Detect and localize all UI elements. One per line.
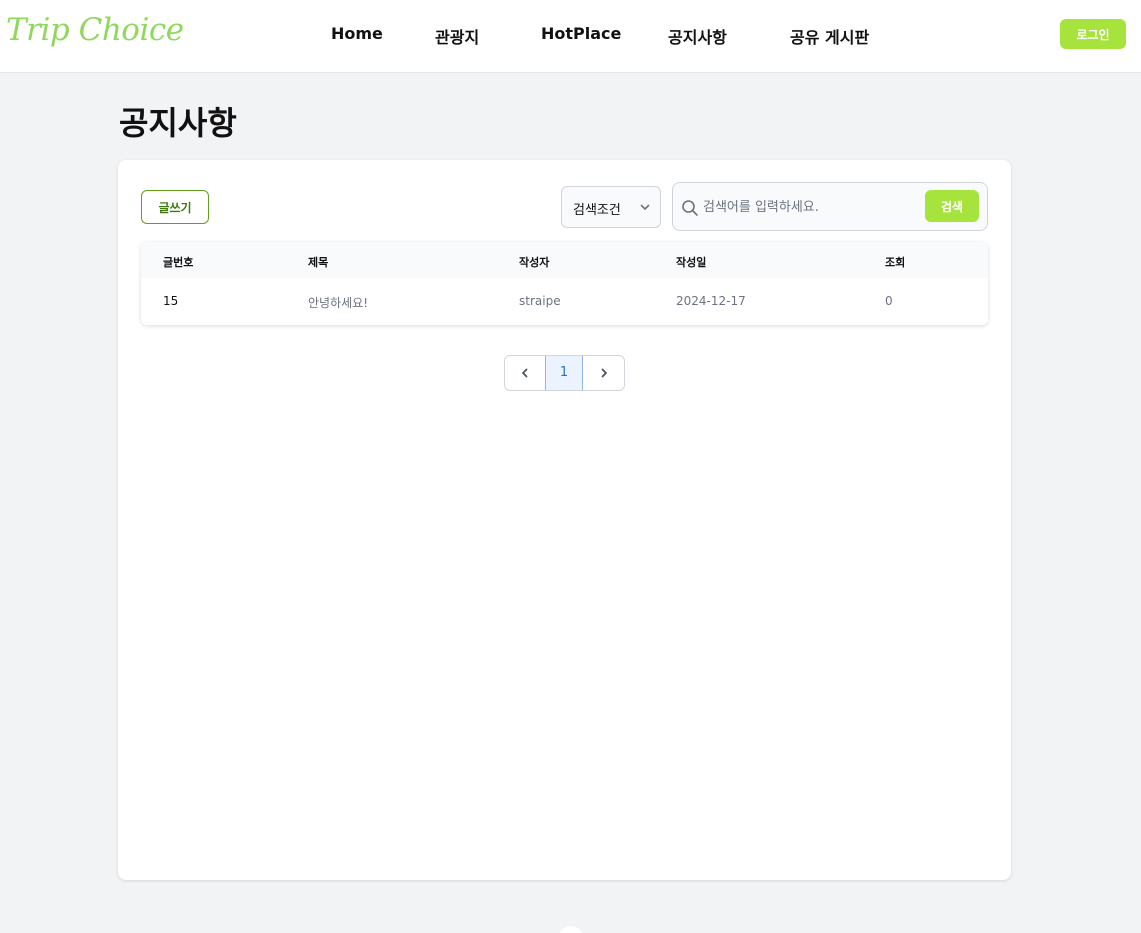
notice-board-card: 글쓰기 검색조건 검색 글번호 제목 작성자 작성일 조회 15 안녕하세요! … <box>118 160 1011 880</box>
page-title: 공지사항 <box>119 104 237 142</box>
table-header: 글번호 제목 작성자 작성일 조회 <box>141 242 988 278</box>
cell-no: 15 <box>163 294 179 308</box>
search-button[interactable]: 검색 <box>925 190 979 222</box>
top-header: Trip Choice Home 관광지 HotPlace 공지사항 공유 게시… <box>0 0 1141 73</box>
search-input[interactable] <box>703 195 913 219</box>
cell-title[interactable]: 안녕하세요! <box>308 294 368 311</box>
next-page-button[interactable] <box>583 356 624 390</box>
search-icon <box>682 200 698 216</box>
chevron-left-icon <box>522 368 528 378</box>
column-header-author: 작성자 <box>519 256 550 269</box>
column-header-views: 조회 <box>885 256 906 269</box>
write-button[interactable]: 글쓰기 <box>141 190 209 224</box>
column-header-no: 글번호 <box>163 256 194 269</box>
chevron-right-icon <box>601 368 607 378</box>
prev-page-button[interactable] <box>505 356 545 390</box>
nav-attractions[interactable]: 관광지 <box>435 24 479 48</box>
column-header-title: 제목 <box>308 256 329 269</box>
page-button-current[interactable]: 1 <box>545 356 583 390</box>
search-condition-label: 검색조건 <box>573 203 621 218</box>
notice-table: 글번호 제목 작성자 작성일 조회 15 안녕하세요! straipe 2024… <box>141 242 988 325</box>
scroll-top-button[interactable] <box>558 926 584 933</box>
cell-author: straipe <box>519 294 561 308</box>
nav-home[interactable]: Home <box>331 24 383 43</box>
login-button[interactable]: 로그인 <box>1060 19 1126 49</box>
table-row[interactable]: 15 안녕하세요! straipe 2024-12-17 0 <box>141 278 988 325</box>
cell-date: 2024-12-17 <box>676 294 746 308</box>
search-box: 검색 <box>672 182 988 231</box>
search-condition-select[interactable]: 검색조건 <box>561 186 661 228</box>
nav-share-board[interactable]: 공유 게시판 <box>790 24 869 48</box>
chevron-down-icon <box>640 204 650 210</box>
main-nav: Home 관광지 HotPlace 공지사항 공유 게시판 <box>0 24 1141 48</box>
nav-notice[interactable]: 공지사항 <box>668 24 727 48</box>
column-header-date: 작성일 <box>676 256 707 269</box>
pagination: 1 <box>504 355 625 391</box>
cell-views: 0 <box>885 294 893 308</box>
nav-hotplace[interactable]: HotPlace <box>541 24 621 43</box>
